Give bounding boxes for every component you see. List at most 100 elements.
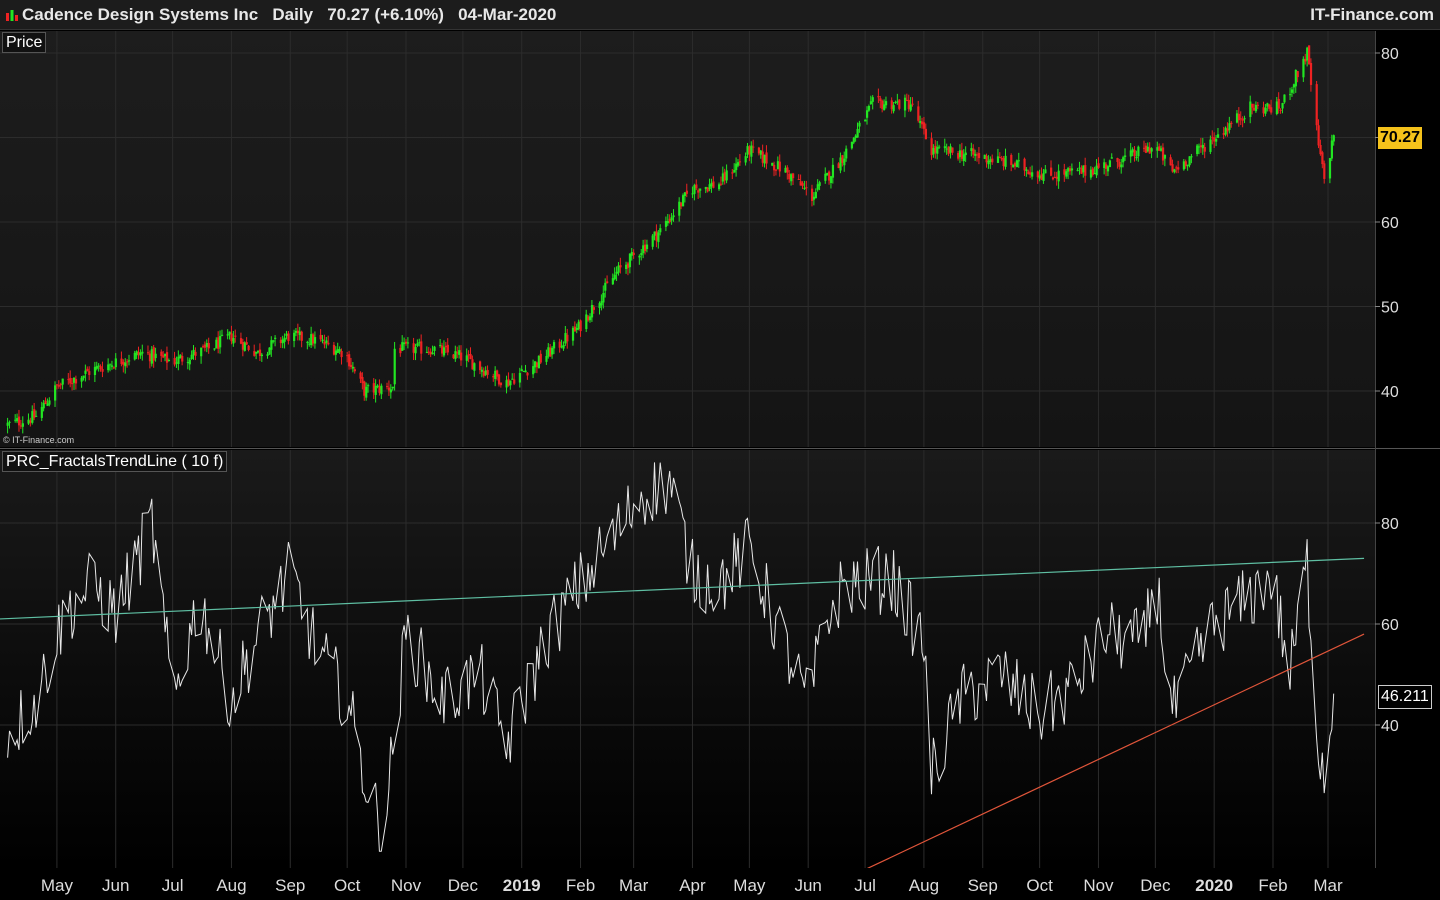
candle-body [367,385,370,387]
candle-body [181,355,184,362]
x-tick-label: Oct [334,876,361,895]
candle-body [759,150,762,155]
candle-body [964,152,967,156]
candle-body [1306,47,1309,61]
candle-body [932,147,935,155]
candle-body [1055,176,1058,179]
candle-body [1182,161,1186,170]
x-tick-label: Jul [162,876,184,895]
candle-body [681,195,685,207]
candle-body [429,351,432,355]
candle-body [258,349,262,356]
candle-body [1228,123,1231,130]
candle-body [983,154,986,159]
candle-body [575,327,578,330]
candle-body [1053,176,1057,178]
candle-body [353,369,356,372]
candle-body [890,100,893,110]
candle-body [1266,103,1269,107]
candle-body [1332,135,1335,142]
candle-body [473,363,476,371]
candle-body [1097,163,1100,168]
candle-body [1129,150,1132,157]
candle-body [718,184,721,190]
candle-body [831,164,835,178]
candle-body [482,371,485,376]
candle-body [922,122,926,129]
candle-body [230,333,233,342]
candle-body [1038,175,1041,179]
candle-body [645,244,649,249]
candle-body [1137,146,1140,157]
candle-body [27,419,30,424]
candle-body [387,387,391,391]
candle-body [960,150,964,159]
candle-body [162,355,165,358]
candle-body [207,343,210,349]
candle-body [865,110,869,118]
candle-body [991,158,994,163]
candle-body [828,171,831,181]
candle-body [128,360,131,362]
candle-body [192,349,195,356]
candle-body [938,146,941,148]
candle-body [321,339,324,342]
candle-body [380,385,383,395]
candle-body [376,385,379,388]
candle-body [1002,158,1005,167]
candle-body [786,167,789,173]
candle-body [141,351,144,354]
candle-body [566,334,569,342]
candle-body [976,154,979,156]
candle-body [1256,104,1260,106]
candle-body [1161,147,1165,161]
candle-body [46,403,49,406]
candle-body [54,385,57,401]
candle-body [177,356,180,365]
candle-body [736,162,740,166]
x-tick-label: Jun [794,876,821,895]
candle-body [837,163,840,169]
brand[interactable]: IT-Finance.com [1310,5,1434,25]
price-panel-label[interactable]: Price [2,32,47,53]
candle-body [378,386,381,393]
candle-body [951,147,954,153]
candle-body [95,366,98,369]
candle-body [478,361,482,371]
candle-body [1290,89,1294,93]
candle-body [1160,148,1163,151]
candle-body [431,352,434,355]
candle-body [1122,157,1125,163]
candle-body [308,343,311,345]
candle-body [175,362,178,364]
candle-body [107,364,110,371]
candle-body [1015,160,1019,168]
candle-body [363,381,366,396]
candle-body [122,361,125,365]
candle-body [486,369,489,375]
candle-body [492,376,495,378]
candle-body [917,106,920,121]
candle-body [974,153,977,156]
candle-body [1289,94,1292,96]
candle-body [1197,146,1201,148]
candle-body [217,337,220,349]
candle-body [188,359,191,365]
candle-body [1309,63,1313,85]
candle-body [1251,103,1254,108]
candle-body [232,338,235,344]
candle-body [84,370,87,374]
candle-body [613,274,616,280]
candle-body [792,173,795,179]
price-y-tick-label: 80 [1381,46,1399,63]
candle-body [71,383,74,385]
candle-body [894,102,897,104]
candle-body [816,184,819,190]
candle-body [1203,147,1206,152]
candle-body [1235,113,1239,123]
candle-body [1091,168,1094,175]
candle-body [919,121,922,124]
candle-body [744,156,747,163]
candle-body [630,252,633,256]
indicator-panel-label[interactable]: PRC_FractalsTrendLine ( 10 f) [2,451,228,472]
